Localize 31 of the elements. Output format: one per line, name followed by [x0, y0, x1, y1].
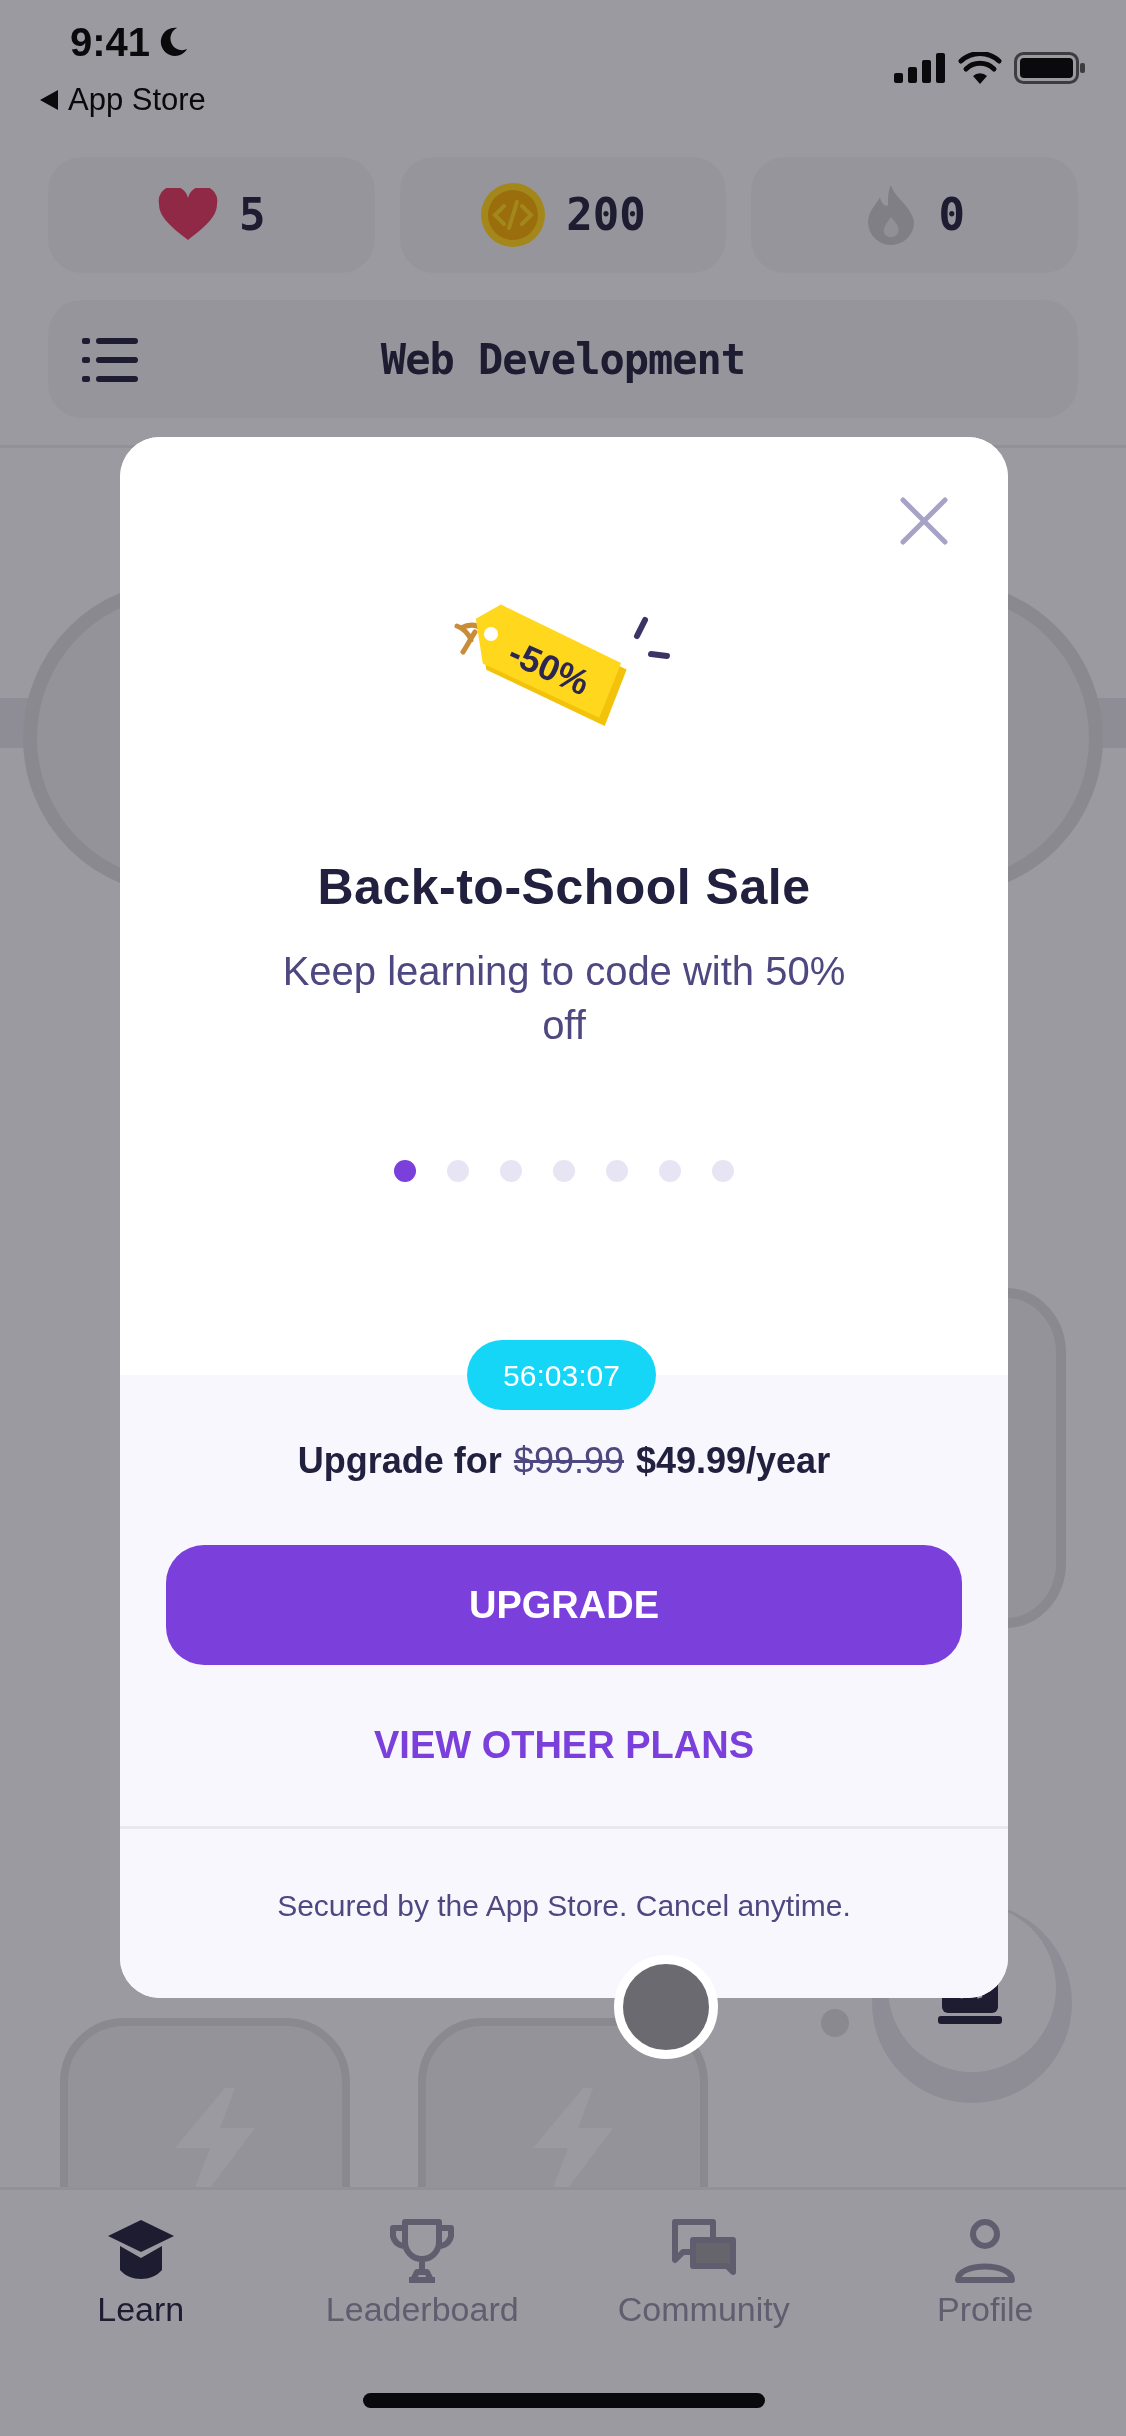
countdown-timer: 56:03:07	[467, 1340, 656, 1410]
back-link[interactable]: App Store	[68, 84, 206, 115]
price-tag-icon	[454, 604, 627, 727]
stat-card[interactable]: 5	[48, 157, 375, 273]
close-icon[interactable]	[900, 497, 948, 545]
old-price: $99.99	[513, 1443, 624, 1479]
stat-value: 5	[239, 188, 266, 242]
heart-icon	[157, 188, 220, 242]
view-plans-link[interactable]: VIEW OTHER PLANS	[364, 1711, 764, 1780]
coin-icon	[480, 182, 547, 248]
dialog-subtitle: Keep learning to code with 50% off	[281, 948, 847, 1049]
menu-icon[interactable]	[82, 338, 138, 382]
clock-time: 9:41	[70, 22, 151, 62]
stat-value: 200	[566, 188, 646, 242]
upgrade-button[interactable]: UPGRADE	[166, 1545, 962, 1665]
sparkle-icon	[634, 617, 670, 659]
stat-card[interactable]: 200	[399, 157, 727, 273]
security-note: Secured by the App Store. Cancel anytime.	[277, 1888, 851, 1924]
lesson-card[interactable]	[418, 2018, 708, 2188]
signal-icon	[894, 53, 946, 83]
wifi-icon	[958, 52, 1002, 84]
price-label: Upgrade for	[297, 1443, 502, 1479]
stat-card[interactable]: 0	[751, 157, 1078, 273]
tab-item[interactable]: Learn	[0, 2218, 282, 2348]
sale-price: $49.99/year	[635, 1443, 831, 1479]
back-icon[interactable]	[38, 87, 60, 112]
course-title: Web Development	[380, 333, 746, 386]
dialog-title: Back-to-School Sale	[317, 862, 811, 912]
stat-value: 0	[938, 188, 965, 242]
battery-icon	[1014, 52, 1086, 84]
discount-label: -50%	[502, 631, 596, 704]
